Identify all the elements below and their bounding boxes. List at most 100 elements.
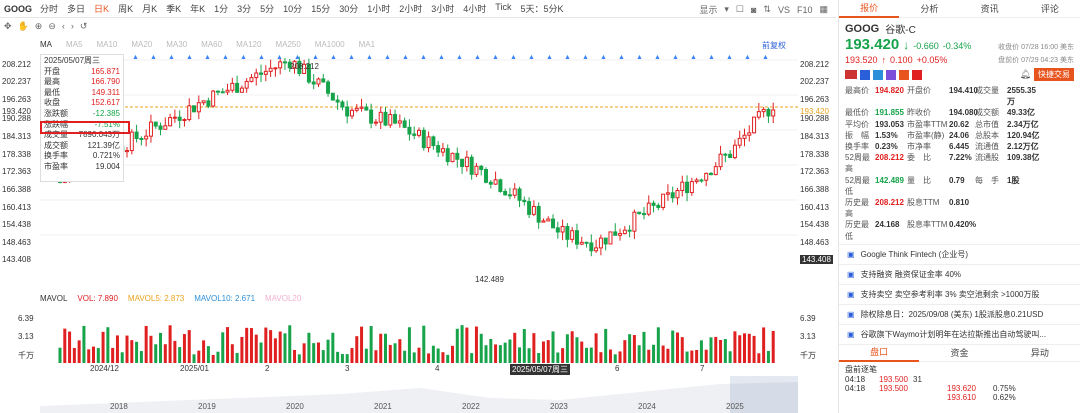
period-tab[interactable]: 分时 xyxy=(40,2,58,15)
bell-icon[interactable]: 🔔︎ xyxy=(1020,69,1031,80)
period-tab[interactable]: 日K xyxy=(94,2,109,15)
vs-button[interactable]: VS xyxy=(778,5,790,15)
candle-body xyxy=(211,90,216,107)
info-item[interactable]: ▣ 支持卖空 卖空参考利率 3% 卖空池剩余 >1000万股 xyxy=(839,283,1080,304)
period-tab[interactable]: 1分 xyxy=(214,2,228,15)
candle-body xyxy=(417,129,421,136)
candlestick-chart[interactable]: ▲▲▲▲▲▲▲▲▲▲▲▲▲▲▲▲▲▲▲▲▲▲▲▲▲▲▲▲▲▲▲▲▲▲▲▲▲▲▲▲ xyxy=(40,50,798,272)
zoom-out-icon[interactable]: ⊖ xyxy=(48,21,56,32)
info-item[interactable]: ▣ 除权除息日：2025/09/08 (美东) 1股派股息0.21USD xyxy=(839,303,1080,324)
period-tab[interactable]: 季K xyxy=(166,2,181,15)
volume-bar xyxy=(245,327,249,363)
zoom-in-icon[interactable]: ⊕ xyxy=(35,21,43,32)
ma-item[interactable]: MA10 xyxy=(96,40,117,49)
stat-value: 0.420% xyxy=(949,220,977,230)
premarket-trades-label[interactable]: 盘前逐笔 xyxy=(845,364,1074,375)
volume-bar xyxy=(762,327,766,363)
overview-navigator[interactable]: 2018 2019 2020 2021 2022 2023 2024 2025 xyxy=(40,376,798,413)
period-tab[interactable]: 3分 xyxy=(237,2,251,15)
grid-icon[interactable]: ▦ xyxy=(819,4,828,15)
forward-icon[interactable]: › xyxy=(71,21,74,31)
tooltip-value: 19.004 xyxy=(95,161,120,171)
highlight-box xyxy=(40,121,130,134)
volume-bar xyxy=(489,339,493,363)
stat-label xyxy=(975,219,1007,241)
volume-bar xyxy=(331,332,335,363)
volume-bar xyxy=(417,347,421,363)
info-item[interactable]: ▣ 谷歌旗下Waymo计划明年在达拉斯推出自动驾驶叫... xyxy=(839,323,1080,344)
ma-item[interactable]: MA1000 xyxy=(315,40,345,49)
stat-value: 1.53% xyxy=(875,130,898,140)
volume-bar xyxy=(288,325,292,363)
checkbox-icon[interactable]: ☐ xyxy=(736,4,744,15)
period-tab[interactable]: 15分 xyxy=(311,2,330,15)
tooltip-row: 市盈率 19.004 xyxy=(44,162,120,173)
ma-item[interactable]: MA20 xyxy=(131,40,152,49)
candle-body xyxy=(359,106,364,109)
candle-body xyxy=(172,116,177,119)
ma-item[interactable]: MA60 xyxy=(201,40,222,49)
candle-body xyxy=(254,72,259,79)
ma-item[interactable]: MA250 xyxy=(275,40,300,49)
stat-value: 109.38亿 xyxy=(1007,153,1040,163)
period-tab[interactable]: 30分 xyxy=(339,2,358,15)
panel-tab[interactable]: 分析 xyxy=(899,2,959,15)
period-tab[interactable]: 多日 xyxy=(67,2,85,15)
info-item[interactable]: ▣ 支持融资 融资保证金率 40% xyxy=(839,263,1080,284)
panel-tab[interactable]: 报价 xyxy=(839,0,900,18)
period-tab[interactable]: 4小时 xyxy=(463,2,486,15)
volume-bar xyxy=(695,350,699,363)
display-dropdown[interactable]: 显示 xyxy=(699,3,717,16)
candle-body xyxy=(244,80,249,89)
period-tab[interactable]: 1小时 xyxy=(367,2,390,15)
event-marker: ▲ xyxy=(762,54,769,61)
bottom-tab[interactable]: 资金 xyxy=(919,346,999,359)
mavol-label[interactable]: MAVOL xyxy=(40,294,67,303)
info-item[interactable]: ▣ Google Think Fintech (企业号) xyxy=(839,243,1080,264)
camera-icon[interactable]: ◙ xyxy=(751,5,756,15)
compare-icon[interactable]: ⇅ xyxy=(763,4,771,15)
bottom-tab[interactable]: 盘口 xyxy=(839,344,920,362)
period-tab[interactable]: Tick xyxy=(495,2,511,15)
period-tab[interactable]: 5天：5分K xyxy=(520,2,563,15)
tooltip-date: 2025/05/07周三 xyxy=(44,56,101,65)
f10-button[interactable]: F10 xyxy=(797,5,813,15)
volume-bar xyxy=(297,354,301,363)
vol-tick: 千万 xyxy=(18,351,34,360)
volume-bar xyxy=(666,348,670,363)
heart-icon[interactable] xyxy=(912,69,922,80)
tooltip-row: 开盘 165.871 xyxy=(44,67,120,78)
candle-body xyxy=(278,61,283,69)
ma-item[interactable]: MA120 xyxy=(236,40,261,49)
period-tab[interactable]: 3小时 xyxy=(431,2,454,15)
candle-body xyxy=(215,90,220,93)
period-tab[interactable]: 2小时 xyxy=(399,2,422,15)
ma-item[interactable]: MA1 xyxy=(359,40,375,49)
ma-label[interactable]: MA xyxy=(40,40,52,49)
move-icon[interactable]: ✥ xyxy=(4,21,12,32)
period-tab[interactable]: 月K xyxy=(142,2,157,15)
panel-tab[interactable]: 评论 xyxy=(1020,2,1080,15)
info-text: 支持融资 融资保证金率 40% xyxy=(860,269,962,279)
tick-cell: 04:18 xyxy=(845,383,866,393)
candle-body xyxy=(718,153,723,168)
hand-icon[interactable]: ✋ xyxy=(18,21,29,32)
reset-icon[interactable]: ↺ xyxy=(80,21,88,32)
period-tab[interactable]: 10分 xyxy=(283,2,302,15)
bottom-tab[interactable]: 异动 xyxy=(1000,346,1080,359)
volume-chart[interactable] xyxy=(40,308,798,363)
candle-body xyxy=(641,213,646,216)
volume-bar xyxy=(192,354,196,363)
ma-item[interactable]: MA30 xyxy=(166,40,187,49)
y-tick: 202.237 xyxy=(2,77,31,86)
period-tab[interactable]: 年K xyxy=(190,2,205,15)
back-icon[interactable]: ‹ xyxy=(62,21,65,31)
panel-tab[interactable]: 资讯 xyxy=(960,2,1020,15)
period-tab[interactable]: 周K xyxy=(118,2,133,15)
ma-item[interactable]: MA5 xyxy=(66,40,82,49)
period-tab[interactable]: 5分 xyxy=(260,2,274,15)
candle-body xyxy=(225,89,230,93)
candle-body xyxy=(364,106,369,111)
quick-trade-button[interactable]: 快捷交易 xyxy=(1034,68,1074,81)
volume-bar xyxy=(513,332,517,363)
